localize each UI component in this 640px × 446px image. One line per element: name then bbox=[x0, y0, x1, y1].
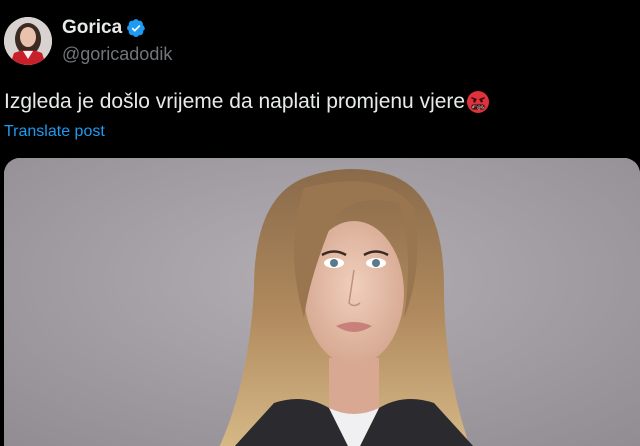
post-header: Gorica @goricadodik bbox=[4, 16, 172, 66]
svg-text:#!@&: #!@& bbox=[472, 105, 485, 110]
post-text: Izgleda je došlo vrijeme da naplati prom… bbox=[4, 88, 490, 116]
angry-emoji-icon: #!@& bbox=[466, 90, 490, 114]
name-row: Gorica bbox=[62, 16, 172, 40]
avatar[interactable] bbox=[4, 17, 52, 65]
post-media-image[interactable] bbox=[4, 158, 640, 446]
tweet-post: Gorica @goricadodik Izgleda je došlo vri… bbox=[0, 0, 640, 446]
avatar-image bbox=[4, 17, 52, 65]
user-info: Gorica @goricadodik bbox=[62, 16, 172, 66]
user-handle[interactable]: @goricadodik bbox=[62, 42, 172, 66]
translate-post-link[interactable]: Translate post bbox=[4, 122, 105, 142]
photo-woman-portrait bbox=[4, 158, 640, 446]
verified-badge-icon bbox=[126, 18, 146, 38]
display-name[interactable]: Gorica bbox=[62, 16, 122, 40]
post-text-content: Izgleda je došlo vrijeme da naplati prom… bbox=[4, 90, 466, 113]
